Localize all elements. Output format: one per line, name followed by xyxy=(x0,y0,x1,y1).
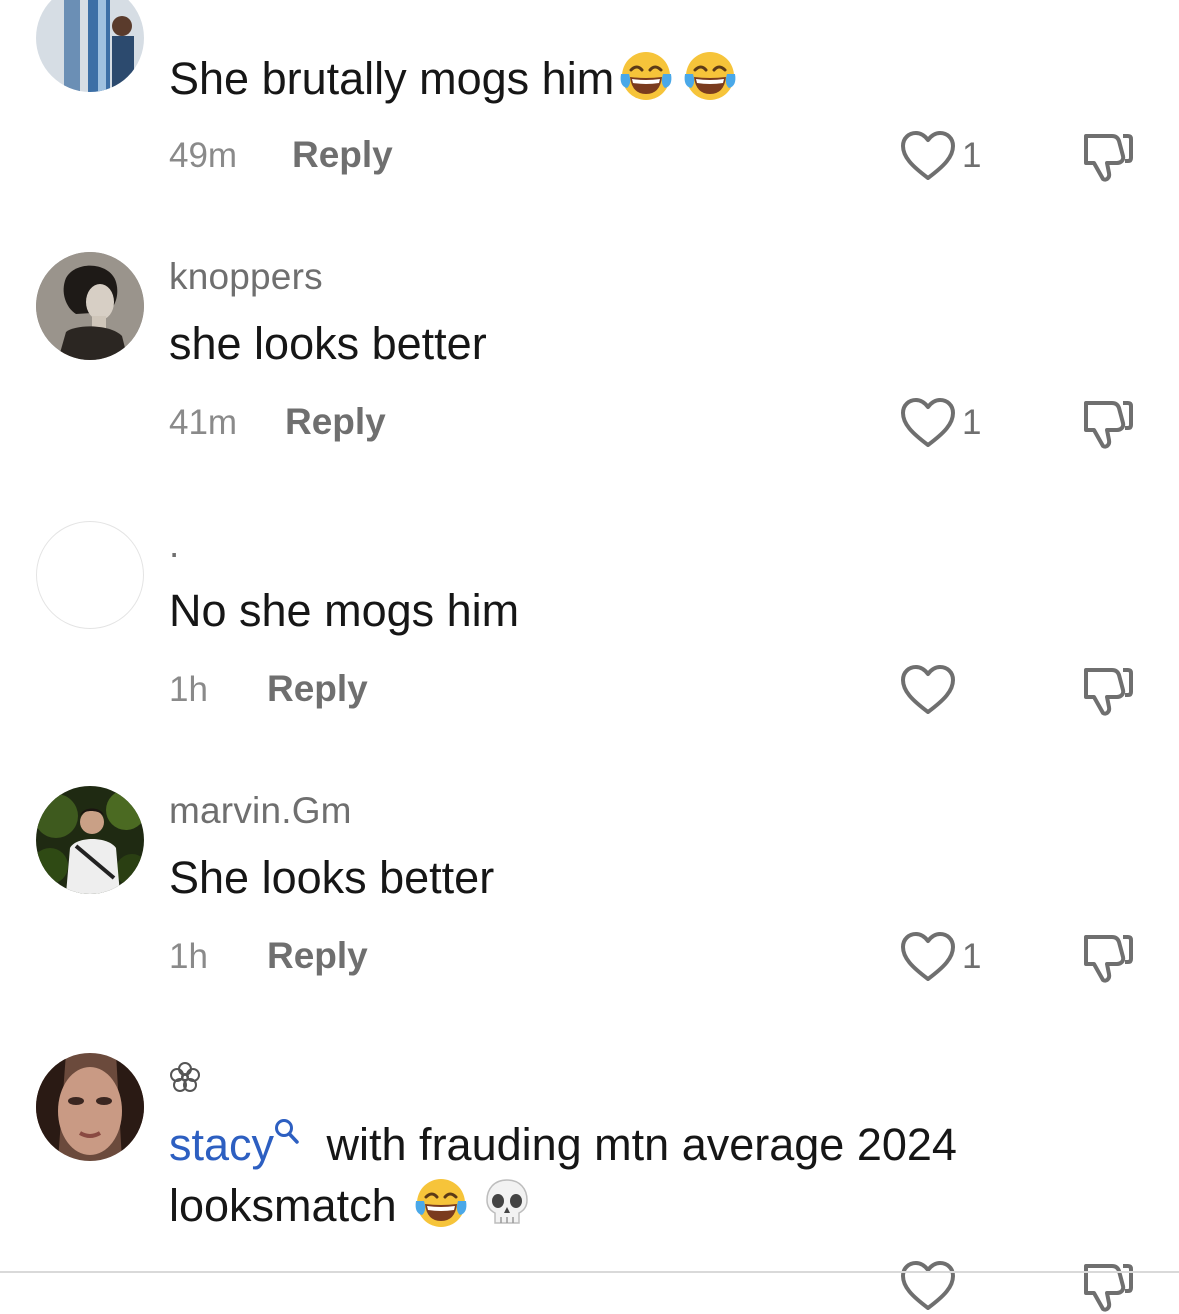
thumbs-down-icon[interactable] xyxy=(1076,395,1136,451)
thumbs-down-icon[interactable] xyxy=(1076,662,1136,718)
search-magnifier-icon[interactable] xyxy=(274,1117,300,1147)
comment-text: No she mogs him xyxy=(169,585,520,636)
comment-text: She brutally mogs him xyxy=(169,48,738,109)
like-count: 1 xyxy=(962,403,982,442)
heart-outline-icon[interactable] xyxy=(898,128,958,184)
reply-button[interactable]: Reply xyxy=(285,401,386,443)
comment-time: 41m xyxy=(169,403,238,442)
avatar[interactable] xyxy=(36,252,144,360)
avatar-image xyxy=(36,0,144,92)
thumbs-down-icon[interactable] xyxy=(1076,1258,1136,1314)
heart-outline-icon[interactable] xyxy=(898,395,958,451)
comment-text: she looks better xyxy=(169,318,487,369)
thumbs-down-icon[interactable] xyxy=(1076,128,1136,184)
reply-button[interactable]: Reply xyxy=(267,668,368,710)
comment-username[interactable]: . xyxy=(169,524,179,566)
comment-text: She looks better xyxy=(169,852,495,903)
thumbs-down-icon[interactable] xyxy=(1076,929,1136,985)
bottom-divider xyxy=(0,1271,1179,1273)
avatar-image xyxy=(36,786,144,894)
like-count: 1 xyxy=(962,136,982,175)
flower-username[interactable]: ❀ xyxy=(168,1060,202,1094)
avatar-image xyxy=(36,252,144,360)
comment-time: 1h xyxy=(169,670,208,709)
avatar[interactable] xyxy=(36,0,144,92)
flower-icon xyxy=(170,1062,200,1092)
reply-button[interactable]: Reply xyxy=(267,935,368,977)
heart-outline-icon[interactable] xyxy=(898,1258,958,1314)
face-with-tears-of-joy-emoji xyxy=(618,48,674,104)
comment-time: 1h xyxy=(169,937,208,976)
heart-outline-icon[interactable] xyxy=(898,929,958,985)
face-with-tears-of-joy-emoji xyxy=(413,1175,469,1231)
heart-outline-icon[interactable] xyxy=(898,662,958,718)
like-count: 1 xyxy=(962,937,982,976)
avatar[interactable] xyxy=(36,786,144,894)
avatar[interactable] xyxy=(36,521,144,629)
comment-username[interactable]: marvin.Gm xyxy=(169,790,352,832)
comment-time: 49m xyxy=(169,136,238,175)
avatar[interactable] xyxy=(36,1053,144,1161)
comment-text: stacy with frauding mtn average 2024 xyxy=(169,1117,957,1170)
skull-emoji xyxy=(479,1175,535,1231)
mention-link[interactable]: stacy xyxy=(169,1119,274,1170)
face-with-tears-of-joy-emoji xyxy=(682,48,738,104)
reply-button[interactable]: Reply xyxy=(292,134,393,176)
comment-username[interactable]: knoppers xyxy=(169,256,323,298)
avatar-image xyxy=(36,1053,144,1161)
comment-text-line2: looksmatch xyxy=(169,1175,535,1236)
